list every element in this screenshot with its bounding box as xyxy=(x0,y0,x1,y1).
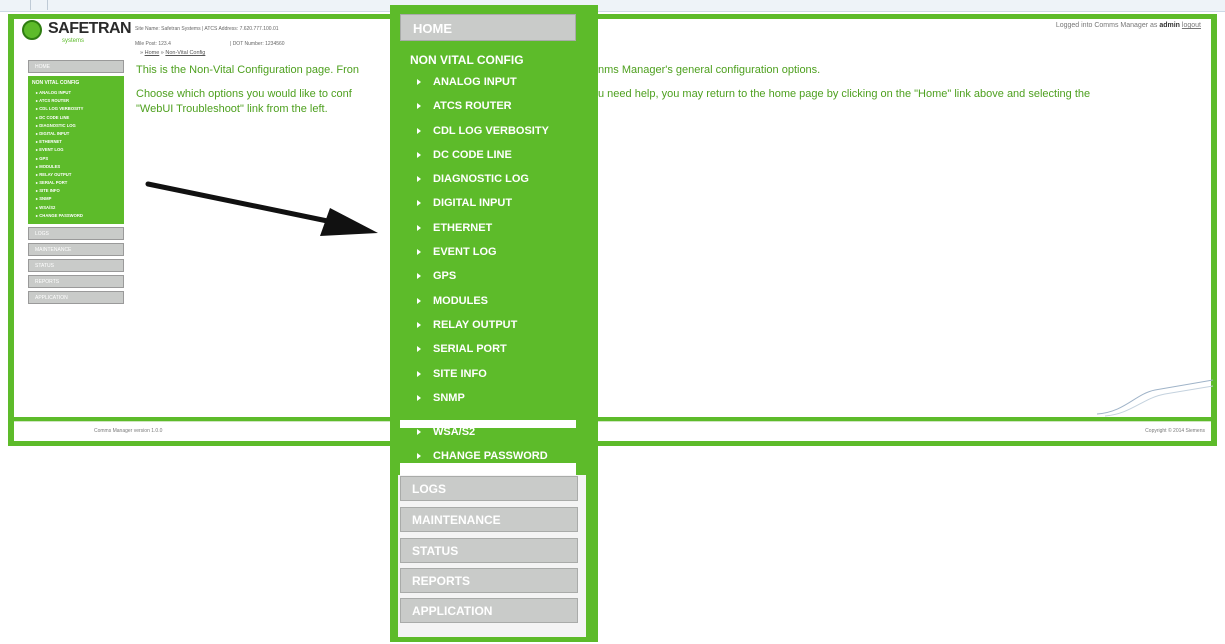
site-name-line: Site Name: Safetran Systems | ATCS Addre… xyxy=(135,26,279,32)
logo-emblem-icon xyxy=(22,20,42,40)
small-sidebar-item[interactable]: ▸ DC CODE LINE xyxy=(28,114,124,122)
copyright-text: Copyright © 2014 Siemens xyxy=(1145,428,1205,434)
zoom-item-snmp[interactable]: SNMP xyxy=(414,391,589,415)
small-sidebar-item[interactable]: ▸ SITE INFO xyxy=(28,187,124,195)
bullet-arrow-icon xyxy=(417,321,421,328)
dot-number: | DOT Number: 1234560 xyxy=(230,41,285,47)
zoom-item-modules[interactable]: MODULES xyxy=(414,294,589,318)
zoom-divider xyxy=(400,463,576,475)
login-user: admin xyxy=(1159,22,1180,29)
small-sidebar-logs[interactable]: LOGS xyxy=(28,227,124,240)
browser-tab[interactable] xyxy=(30,0,48,10)
small-sidebar-item[interactable]: ▸ EVENT LOG xyxy=(28,146,124,154)
login-prefix: Logged into Comms Manager as xyxy=(1055,22,1158,29)
zoom-item-ethernet[interactable]: ETHERNET xyxy=(414,221,589,245)
callout-arrow-icon xyxy=(145,181,378,236)
zoom-item-relay-output[interactable]: RELAY OUTPUT xyxy=(414,318,589,342)
zoom-item-site-info[interactable]: SITE INFO xyxy=(414,367,589,391)
bullet-arrow-icon xyxy=(417,394,421,401)
small-sidebar-item[interactable]: ▸ CDL LOG VERBOSITY xyxy=(28,105,124,113)
bullet-arrow-icon xyxy=(417,346,421,353)
login-status: Logged into Comms Manager as admin logou… xyxy=(1056,22,1201,29)
small-sidebar-item[interactable]: ▸ DIGITAL INPUT xyxy=(28,130,124,138)
zoom-item-wsa-s2[interactable]: WSA/S2 xyxy=(414,425,589,449)
small-sidebar-item[interactable]: ▸ GPS xyxy=(28,155,124,163)
browser-top-strip xyxy=(0,0,1225,12)
zoom-home-button[interactable]: HOME xyxy=(400,14,576,41)
help-paragraph-line2: "WebUI Troubleshoot" link from the left. xyxy=(136,103,328,115)
zoom-menu-items: ANALOG INPUT ATCS ROUTER CDL LOG VERBOSI… xyxy=(414,75,589,415)
zoom-reports-button[interactable]: REPORTS xyxy=(400,568,578,593)
zoom-item-cdl-log-verbosity[interactable]: CDL LOG VERBOSITY xyxy=(414,124,589,148)
small-sidebar-section-title[interactable]: NON VITAL CONFIG xyxy=(28,78,124,89)
small-sidebar-item[interactable]: ▸ DIAGNOSTIC LOG xyxy=(28,122,124,130)
page-footer: Comms Manager version 1.0.0 Copyright © … xyxy=(14,421,1211,441)
intro-paragraph-start: This is the Non-Vital Configuration page… xyxy=(136,64,359,76)
bullet-arrow-icon xyxy=(417,370,421,377)
zoom-application-button[interactable]: APPLICATION xyxy=(400,598,578,623)
bullet-arrow-icon xyxy=(417,200,421,207)
zoom-status-button[interactable]: STATUS xyxy=(400,538,578,563)
small-sidebar: HOME NON VITAL CONFIG ▸ ANALOG INPUT ▸ A… xyxy=(28,60,124,304)
bullet-arrow-icon xyxy=(417,453,421,460)
small-sidebar-reports[interactable]: REPORTS xyxy=(28,275,124,288)
zoom-section-title[interactable]: NON VITAL CONFIG xyxy=(410,53,524,67)
breadcrumb: » Home » Non-Vital Config xyxy=(140,50,205,56)
logo-subtitle: systems xyxy=(62,38,85,44)
small-sidebar-item[interactable]: ▸ RELAY OUTPUT xyxy=(28,171,124,179)
bullet-arrow-icon xyxy=(417,297,421,304)
small-sidebar-non-vital-section: NON VITAL CONFIG ▸ ANALOG INPUT ▸ ATCS R… xyxy=(28,76,124,224)
small-sidebar-item[interactable]: ▸ ATCS ROUTER xyxy=(28,97,124,105)
zoom-item-gps[interactable]: GPS xyxy=(414,269,589,293)
small-sidebar-application[interactable]: APPLICATION xyxy=(28,291,124,304)
small-sidebar-item[interactable]: ▸ CHANGE PASSWORD xyxy=(28,212,124,220)
bullet-arrow-icon xyxy=(417,224,421,231)
intro-paragraph-end: nms Manager's general configuration opti… xyxy=(598,64,821,76)
bullet-arrow-icon xyxy=(417,176,421,183)
bullet-arrow-icon xyxy=(417,151,421,158)
breadcrumb-current[interactable]: Non-Vital Config xyxy=(165,50,205,56)
zoom-item-atcs-router[interactable]: ATCS ROUTER xyxy=(414,99,589,123)
version-text: Comms Manager version 1.0.0 xyxy=(94,428,163,434)
small-sidebar-status[interactable]: STATUS xyxy=(28,259,124,272)
breadcrumb-sep: » xyxy=(160,50,164,56)
breadcrumb-sep: » xyxy=(140,50,144,56)
help-paragraph-end: u need help, you may return to the home … xyxy=(598,88,1091,100)
breadcrumb-home-link[interactable]: Home xyxy=(145,50,160,56)
small-sidebar-item[interactable]: ▸ ETHERNET xyxy=(28,138,124,146)
small-sidebar-item[interactable]: ▸ ANALOG INPUT xyxy=(28,89,124,97)
help-paragraph-start: Choose which options you would like to c… xyxy=(136,88,352,100)
bullet-arrow-icon xyxy=(417,273,421,280)
zoom-home-label: HOME xyxy=(413,21,452,36)
zoom-item-dc-code-line[interactable]: DC CODE LINE xyxy=(414,148,589,172)
small-sidebar-home[interactable]: HOME xyxy=(28,60,124,73)
bullet-arrow-icon xyxy=(417,79,421,85)
small-sidebar-item[interactable]: ▸ WSA/S2 xyxy=(28,204,124,212)
small-sidebar-item[interactable]: ▸ SNMP xyxy=(28,195,124,203)
zoom-maintenance-button[interactable]: MAINTENANCE xyxy=(400,507,578,532)
annotated-screenshot: Comms Manager version 1.0.0 Copyright © … xyxy=(0,0,1225,644)
bullet-arrow-icon xyxy=(417,429,421,435)
zoom-item-digital-input[interactable]: DIGITAL INPUT xyxy=(414,196,589,220)
zoom-logs-button[interactable]: LOGS xyxy=(400,476,578,501)
zoomed-navigation-menu: HOME NON VITAL CONFIG ANALOG INPUT ATCS … xyxy=(390,5,598,642)
small-sidebar-item[interactable]: ▸ SERIAL PORT xyxy=(28,179,124,187)
logout-link[interactable]: logout xyxy=(1182,22,1201,29)
mile-post: Mile Post: 123.4 xyxy=(135,41,171,47)
logo-word: SAFETRAN xyxy=(48,20,132,37)
bullet-arrow-icon xyxy=(417,103,421,110)
decorative-swoosh xyxy=(1096,379,1214,417)
zoom-item-analog-input[interactable]: ANALOG INPUT xyxy=(414,75,589,99)
small-sidebar-maintenance[interactable]: MAINTENANCE xyxy=(28,243,124,256)
zoom-item-serial-port[interactable]: SERIAL PORT xyxy=(414,342,589,366)
bullet-arrow-icon xyxy=(417,249,421,256)
small-sidebar-item[interactable]: ▸ MODULES xyxy=(28,163,124,171)
safetran-logo: SAFETRAN systems xyxy=(22,18,132,46)
bullet-arrow-icon xyxy=(417,127,421,134)
zoom-item-diagnostic-log[interactable]: DIAGNOSTIC LOG xyxy=(414,172,589,196)
zoom-item-event-log[interactable]: EVENT LOG xyxy=(414,245,589,269)
